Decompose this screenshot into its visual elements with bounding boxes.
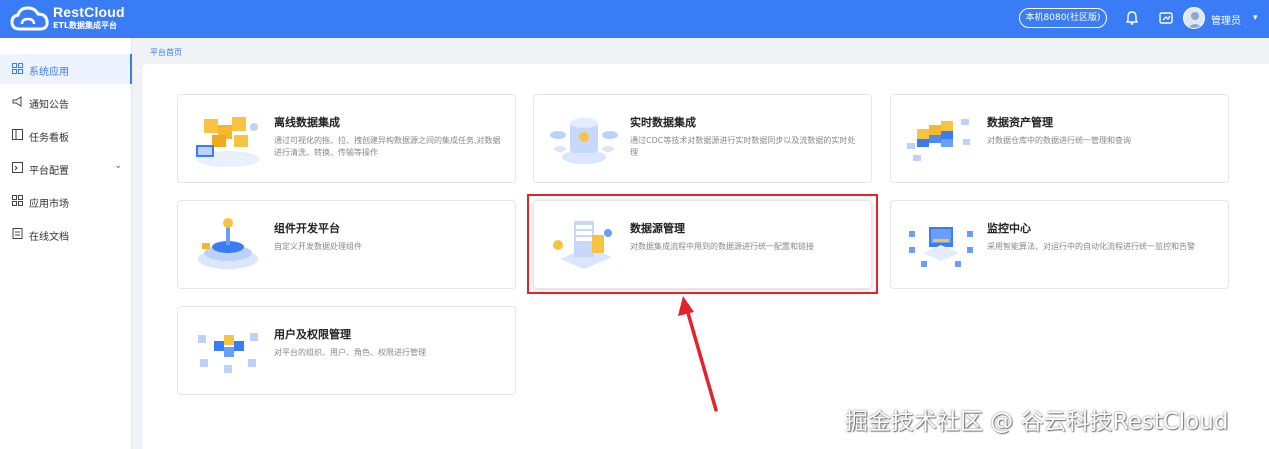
highlight-box [527,194,878,294]
monitoring-illustration [909,227,973,267]
sidebar-item-label: 在线文档 [29,232,69,243]
card-title: 组件开发平台 [274,222,340,235]
card-title: 数据资产管理 [987,116,1053,129]
red-arrow-annotation [678,296,718,412]
card-component-dev[interactable]: 组件开发平台 自定义开发数据处理组件 [177,200,516,289]
user-permissions-illustration [198,333,258,373]
logo-title: RestCloud [53,4,125,20]
card-user-permissions[interactable]: 用户及权限管理 对平台的组织、用户、角色、权限进行管理 [177,306,516,395]
card-title: 实时数据集成 [630,116,696,129]
sidebar-item-app-market[interactable]: 应用市场 [0,186,132,216]
card-description: 通过CDC等技术对数据源进行实时数据同步以及流数据的实时处理 [630,136,856,157]
card-offline-integration[interactable]: 离线数据集成 通过可视化的拖、拉、拽创建异构数据源之间的集成任务,对数据进行清洗… [177,94,516,183]
card-description: 自定义开发数据处理组件 [274,242,362,251]
sidebar-item-online-docs[interactable]: 在线文档 [0,219,132,249]
watermark: 掘金技术社区 @ 谷云科技RestCloud [845,409,1229,435]
realtime-integration-illustration [550,118,618,164]
sidebar-item-task-board[interactable]: 任务看板 [0,120,132,150]
grid-icon [12,195,23,206]
sidebar-item-label: 应用市场 [29,199,69,210]
sidebar-item-label: 平台配置 [29,166,69,177]
data-asset-illustration [907,119,970,161]
logo[interactable]: RestCloud ETL数据集成平台 [10,3,140,35]
card-description: 通过可视化的拖、拉、拽创建异构数据源之间的集成任务,对数据进行清洗、转换、传输等… [274,136,501,157]
logo-subtitle: ETL数据集成平台 [53,21,118,30]
sidebar-item-label: 系统应用 [29,67,69,78]
sidebar-item-system-apps[interactable]: 系统应用 [0,54,132,84]
avatar[interactable] [1183,7,1205,29]
chevron-down-icon[interactable]: ⌄ [114,161,122,171]
card-title: 用户及权限管理 [274,328,351,341]
sidebar-item-platform-config[interactable]: 平台配置 ⌄ [0,153,132,183]
cloud-logo-icon [10,6,49,31]
card-description: 对数据仓库中的数据进行统一管理和查询 [987,136,1131,145]
component-dev-illustration [198,218,258,269]
card-description: 采用智能算法、对运行中的自动化流程进行统一监控和告警 [987,242,1195,251]
user-menu-caret-icon[interactable]: ▾ [1253,13,1258,23]
breadcrumb[interactable]: 平台首页 [150,47,182,58]
card-realtime-integration[interactable]: 实时数据集成 通过CDC等技术对数据源进行实时数据同步以及流数据的实时处理 [533,94,872,183]
card-description: 对平台的组织、用户、角色、权限进行管理 [274,348,426,357]
user-avatar-icon [1187,12,1203,28]
card-monitoring-center[interactable]: 监控中心 采用智能算法、对运行中的自动化流程进行统一监控和告警 [890,200,1229,289]
user-name[interactable]: 管理员 [1211,12,1241,27]
share-icon[interactable] [1158,10,1174,26]
sidebar-item-notices[interactable]: 通知公告 [0,87,132,117]
offline-integration-illustration [196,117,260,167]
sidebar-item-label: 任务看板 [29,133,69,144]
sidebar-item-label: 通知公告 [29,100,69,111]
terminal-icon [12,162,23,173]
document-icon [12,228,23,239]
top-header: RestCloud ETL数据集成平台 本机8080(社区版) 管理员 ▾ [0,0,1269,38]
bell-icon[interactable] [1124,10,1140,26]
environment-badge[interactable]: 本机8080(社区版) [1019,8,1107,28]
card-title: 监控中心 [987,222,1031,235]
grid-icon [12,63,23,74]
board-icon [12,129,23,140]
megaphone-icon [12,96,22,107]
card-data-asset-management[interactable]: 数据资产管理 对数据仓库中的数据进行统一管理和查询 [890,94,1229,183]
sidebar: 系统应用 通知公告 任务看板 平台配置 ⌄ 应用市场 在线文档 [0,38,132,449]
card-title: 离线数据集成 [274,116,340,129]
